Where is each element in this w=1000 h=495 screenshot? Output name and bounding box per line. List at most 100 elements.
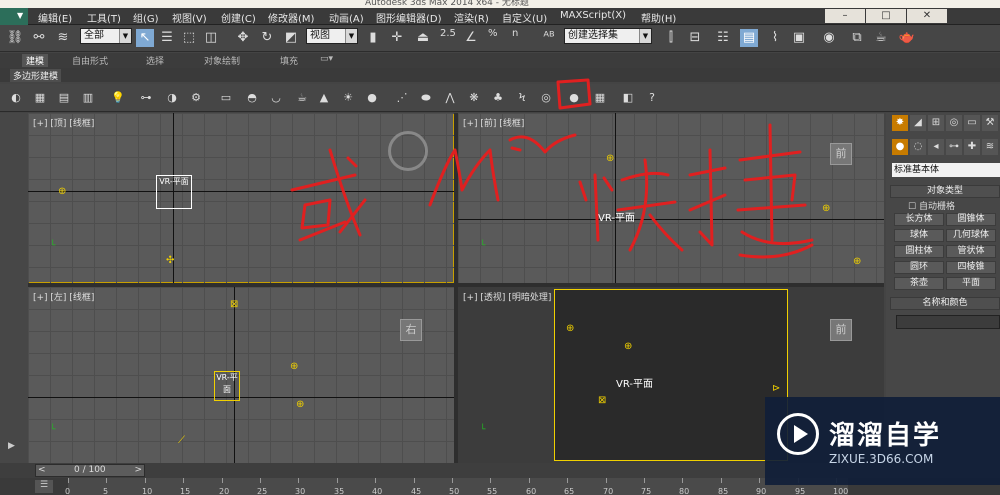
light-object[interactable]: ⊕: [606, 153, 614, 164]
menu-create[interactable]: 创建(C): [221, 10, 256, 25]
grid-object-icon[interactable]: ⋰: [394, 90, 410, 106]
hierarchy-tab-icon[interactable]: ⊞: [928, 115, 944, 131]
rectangular-selection-icon[interactable]: ⬚: [180, 29, 198, 47]
schematic-view-icon[interactable]: ▣: [790, 29, 808, 47]
viewcube[interactable]: 前: [830, 319, 852, 341]
render-production-icon[interactable]: 🫖: [898, 29, 916, 47]
robot-icon[interactable]: ⚙: [188, 90, 204, 106]
light-icon[interactable]: 💡: [110, 90, 126, 106]
helpers-icon[interactable]: ✚: [964, 139, 980, 155]
ribbon-toggle-icon[interactable]: ▤: [740, 29, 758, 47]
cone-icon[interactable]: ▲: [316, 90, 332, 106]
render-icon[interactable]: ▦: [32, 90, 48, 106]
expand-arrow-icon[interactable]: ▶: [8, 441, 15, 451]
half-sphere-icon[interactable]: ◑: [164, 90, 180, 106]
grass-icon[interactable]: ♣: [490, 90, 506, 106]
spinner-snap-toggle[interactable]: n: [512, 28, 518, 39]
move-icon[interactable]: ✥: [234, 29, 252, 47]
create-tab-icon[interactable]: ✸: [892, 115, 908, 131]
teacup-icon[interactable]: ☕: [294, 90, 310, 106]
menu-maxscript[interactable]: MAXScript(X): [560, 10, 626, 21]
menu-edit[interactable]: 编辑(E): [38, 10, 72, 25]
light-object[interactable]: ⊕: [296, 399, 304, 410]
menu-rendering[interactable]: 渲染(R): [454, 10, 489, 25]
scale-icon[interactable]: ◩: [282, 29, 300, 47]
viewport-top-label[interactable]: [+] [顶] [线框]: [33, 116, 94, 129]
disc-icon[interactable]: ●: [364, 90, 380, 106]
ribbon-tab-selection[interactable]: 选择: [146, 54, 164, 67]
frame-ruler[interactable]: 0 5 10 15 20 25 30 35 40 45 50 55 60 65 70 75 80 85 90 95 10…: [65, 478, 848, 495]
vr-plane-object[interactable]: VR-平面: [156, 175, 192, 209]
viewport-top[interactable]: [+] [顶] [线框] VR-平面 ⊕ ✣ └: [28, 113, 454, 283]
tube-button[interactable]: 管状体: [946, 245, 996, 258]
app-logo-icon[interactable]: ▼: [0, 8, 28, 25]
motion-tab-icon[interactable]: ◎: [946, 115, 962, 131]
time-slider[interactable]: < 0 / 100 >: [35, 464, 145, 477]
edit-named-selection-icon[interactable]: ᴬᴮ: [540, 29, 558, 47]
object-type-rollout[interactable]: 对象类型: [890, 185, 1000, 198]
select-link-icon[interactable]: ⛓: [6, 29, 24, 47]
menu-view[interactable]: 视图(V): [172, 10, 207, 25]
bind-space-warp-icon[interactable]: ≋: [54, 29, 72, 47]
ribbon-options-icon[interactable]: ▭▾: [320, 54, 333, 64]
percent-snap-toggle[interactable]: %: [488, 28, 498, 39]
teapot-icon[interactable]: ◐: [8, 90, 24, 106]
camera-object[interactable]: ⊳: [772, 383, 780, 394]
light-object[interactable]: ⊕: [624, 341, 632, 352]
ribbon-tab-populate[interactable]: 填充: [280, 54, 298, 67]
utilities-tab-icon[interactable]: ⚒: [982, 115, 998, 131]
reference-coord-dropdown[interactable]: 视图 ▼: [306, 28, 358, 44]
viewport-left[interactable]: [+] [左] [线框] 右 VR-平面 ⊠ ⊕ ⊕ ⟋ └: [28, 287, 454, 463]
display-tab-icon[interactable]: ▭: [964, 115, 980, 131]
sphere-button[interactable]: 球体: [894, 229, 944, 242]
viewcube[interactable]: 前: [830, 143, 852, 165]
menu-animation[interactable]: 动画(A): [329, 10, 364, 25]
ribbon-tab-modeling[interactable]: 建模: [22, 54, 49, 67]
pivot-center-icon[interactable]: ▮: [364, 29, 382, 47]
tripod-icon[interactable]: ⋀: [442, 90, 458, 106]
light-object[interactable]: ⊠: [598, 395, 606, 406]
geometry-category-dropdown[interactable]: 标准基本体: [892, 163, 1000, 177]
menu-tools[interactable]: 工具(T): [87, 10, 121, 25]
menu-help[interactable]: 帮助(H): [641, 10, 676, 25]
hair-icon[interactable]: Ϟ: [514, 90, 530, 106]
list-icon[interactable]: ▤: [56, 90, 72, 106]
pyramid-button[interactable]: 四棱锥: [946, 261, 996, 274]
autogrid-checkbox[interactable]: ☐ 自动栅格: [908, 199, 955, 212]
ribbon-tab-freeform[interactable]: 自由形式: [72, 54, 108, 67]
geosphere-button[interactable]: 几何球体: [946, 229, 996, 242]
sphere-map-icon[interactable]: ◎: [538, 90, 554, 106]
window-crossing-icon[interactable]: ◫: [202, 29, 220, 47]
plane-button[interactable]: 平面: [946, 277, 996, 290]
viewport-perspective-label[interactable]: [+] [透视] [明暗处理]: [463, 290, 551, 303]
cylinder-button[interactable]: 圆柱体: [894, 245, 944, 258]
time-slider-prev[interactable]: <: [38, 465, 46, 476]
select-by-name-icon[interactable]: ☰: [158, 29, 176, 47]
help-icon[interactable]: ?: [644, 90, 660, 106]
table-icon[interactable]: ▥: [80, 90, 96, 106]
shapes-icon[interactable]: ◌: [910, 139, 926, 155]
fur-icon[interactable]: ❋: [466, 90, 482, 106]
curve-editor-icon[interactable]: ⌇: [766, 29, 784, 47]
keyboard-shortcut-override-icon[interactable]: ⏏: [414, 29, 432, 47]
bowl-icon[interactable]: ◡: [268, 90, 284, 106]
plane-object-icon[interactable]: ▭: [218, 90, 234, 106]
sun-icon[interactable]: ☀: [340, 90, 356, 106]
angle-snap-icon[interactable]: ∠: [462, 29, 480, 47]
name-and-color-rollout[interactable]: 名称和颜色: [890, 297, 1000, 310]
viewcube[interactable]: 右: [400, 319, 422, 341]
minimize-button[interactable]: –: [825, 9, 865, 23]
time-slider-next[interactable]: >: [134, 465, 142, 476]
cone-button[interactable]: 圆锥体: [946, 213, 996, 226]
menu-graph-editors[interactable]: 图形编辑器(D): [376, 10, 442, 25]
material-browser-icon[interactable]: ▦: [592, 90, 608, 106]
menu-group[interactable]: 组(G): [133, 10, 159, 25]
dome-icon[interactable]: ◓: [244, 90, 260, 106]
target-object[interactable]: ⊕: [822, 203, 830, 214]
material-ball-icon[interactable]: ●: [566, 90, 582, 106]
close-button[interactable]: ✕: [907, 9, 947, 23]
cameras-icon[interactable]: ⊶: [946, 139, 962, 155]
box-button[interactable]: 长方体: [894, 213, 944, 226]
select-manipulate-icon[interactable]: ✛: [388, 29, 406, 47]
selection-filter-dropdown[interactable]: 全部 ▼: [80, 28, 132, 44]
